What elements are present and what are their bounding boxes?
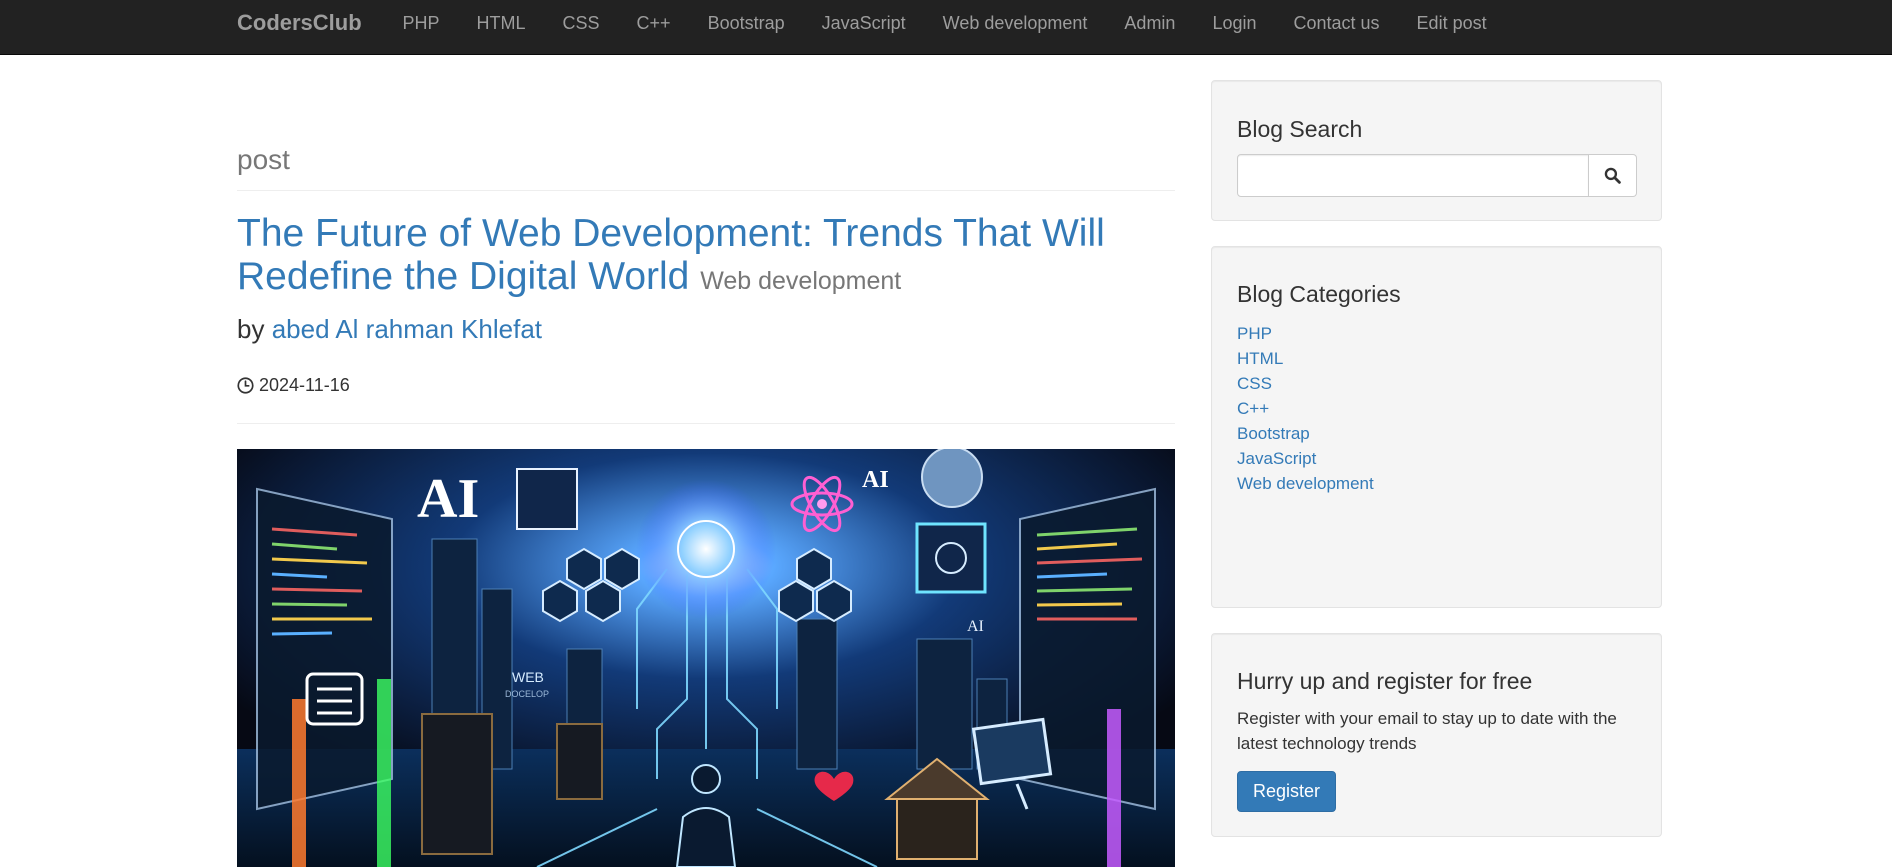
- nav-item-javascript[interactable]: JavaScript: [803, 0, 924, 46]
- category-link-php[interactable]: PHP: [1237, 324, 1272, 343]
- nav-item-html[interactable]: HTML: [458, 0, 544, 46]
- top-navbar: CodersClub PHP HTML CSS C++ Bootstrap Ja…: [0, 0, 1892, 55]
- category-link-css[interactable]: CSS: [1237, 374, 1272, 393]
- image-web-sub-text: DOCELOP: [505, 689, 549, 699]
- register-button[interactable]: Register: [1237, 771, 1337, 812]
- nav-item-web-development[interactable]: Web development: [924, 0, 1106, 46]
- post-category: Web development: [700, 267, 902, 295]
- post-divider: [237, 423, 1175, 424]
- image-ai-small-text: AI: [862, 467, 889, 493]
- nav-item-css[interactable]: CSS: [544, 0, 618, 46]
- register-title: Hurry up and register for free: [1237, 668, 1533, 694]
- list-item: C++: [1237, 396, 1374, 421]
- nav-item-bootstrap[interactable]: Bootstrap: [689, 0, 803, 46]
- list-item: Bootstrap: [1237, 421, 1374, 446]
- nav-item-admin[interactable]: Admin: [1106, 0, 1194, 46]
- image-ai-large-text: AI: [417, 468, 479, 530]
- list-item: Web development: [1237, 471, 1374, 496]
- list-item: HTML: [1237, 346, 1374, 371]
- nav-item-edit-post[interactable]: Edit post: [1398, 0, 1505, 46]
- category-link-html[interactable]: HTML: [1237, 349, 1283, 368]
- page-title: post: [237, 144, 290, 175]
- post-title: The Future of Web Development: Trends Th…: [237, 212, 1137, 303]
- blog-categories-title: Blog Categories: [1237, 281, 1401, 307]
- nav-menu: PHP HTML CSS C++ Bootstrap JavaScript We…: [384, 0, 1505, 46]
- nav-item-php[interactable]: PHP: [384, 0, 458, 46]
- category-link-javascript[interactable]: JavaScript: [1237, 449, 1316, 468]
- category-link-bootstrap[interactable]: Bootstrap: [1237, 424, 1310, 443]
- author-link[interactable]: abed Al rahman Khlefat: [272, 314, 542, 344]
- category-link-cpp[interactable]: C++: [1237, 399, 1269, 418]
- blog-search-widget: Blog Search: [1211, 80, 1662, 221]
- image-web-text: WEB: [512, 669, 544, 685]
- register-text: Register with your email to stay up to d…: [1237, 709, 1617, 753]
- clock-icon: [237, 376, 254, 394]
- post-byline: by abed Al rahman Khlefat: [237, 313, 542, 345]
- post-date-text: 2024-11-16: [259, 375, 350, 395]
- search-icon: [1604, 167, 1621, 184]
- list-item: JavaScript: [1237, 446, 1374, 471]
- category-link-web-development[interactable]: Web development: [1237, 474, 1374, 493]
- post-image: AI AI AI WEB DOCELOP: [237, 449, 1175, 867]
- image-ai-tile-text: AI: [967, 618, 984, 635]
- byline-label: by: [237, 314, 265, 344]
- nav-item-contact-us[interactable]: Contact us: [1275, 0, 1398, 46]
- blog-search-title: Blog Search: [1237, 116, 1363, 142]
- list-item: PHP: [1237, 321, 1374, 346]
- post-title-link[interactable]: The Future of Web Development: Trends Th…: [237, 212, 1105, 298]
- nav-item-cpp[interactable]: C++: [618, 0, 689, 46]
- post-date: 2024-11-16: [237, 373, 350, 397]
- category-list: PHP HTML CSS C++ Bootstrap JavaScript We…: [1237, 321, 1374, 496]
- register-widget: Hurry up and register for free Register …: [1211, 633, 1662, 837]
- list-item: CSS: [1237, 371, 1374, 396]
- page-header: post: [237, 142, 1175, 191]
- blog-categories-widget: Blog Categories PHP HTML CSS C++ Bootstr…: [1211, 246, 1662, 608]
- nav-item-login[interactable]: Login: [1194, 0, 1275, 46]
- search-input[interactable]: [1237, 154, 1589, 197]
- search-button[interactable]: [1589, 154, 1637, 197]
- search-input-group: [1237, 154, 1637, 197]
- brand-logo[interactable]: CodersClub: [237, 0, 362, 46]
